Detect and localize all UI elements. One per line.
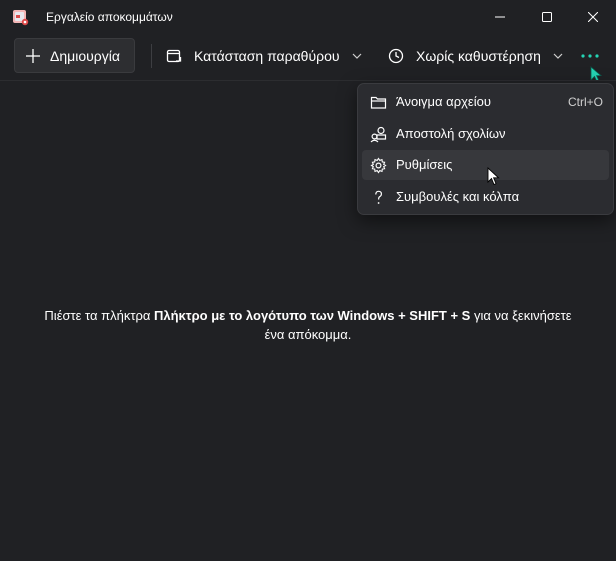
gear-icon xyxy=(370,157,387,174)
minimize-icon xyxy=(495,16,505,18)
chevron-down-icon xyxy=(553,53,563,59)
hint-line2: ένα απόκομμα. xyxy=(264,327,352,342)
snipping-tool-window: Εργαλείο αποκομμάτων Δημιουργία Κατάστασ… xyxy=(0,0,616,561)
delay-label: Χωρίς καθυστέρηση xyxy=(416,47,541,64)
close-icon xyxy=(588,12,598,22)
chevron-down-icon xyxy=(352,53,361,59)
more-dots-icon xyxy=(581,54,599,58)
toolbar-separator xyxy=(151,44,152,68)
hint-suffix: για να ξεκινήσετε xyxy=(470,308,572,323)
snip-mode-label: Κατάσταση παραθύρου xyxy=(194,47,340,64)
maximize-icon xyxy=(542,12,552,22)
mouse-pointer-icon xyxy=(487,167,500,186)
hint-prefix: Πιέστε τα πλήκτρα xyxy=(44,308,154,323)
menu-item-tips[interactable]: Συμβουλές και κόλπα xyxy=(362,182,609,212)
menu-item-label: Άνοιγμα αρχείου xyxy=(396,94,491,109)
feedback-icon xyxy=(370,126,387,143)
menu-item-label: Ρυθμίσεις xyxy=(396,157,453,172)
maximize-button[interactable] xyxy=(524,0,570,34)
plus-icon xyxy=(26,48,40,63)
instruction-text: Πιέστε τα πλήκτρα Πλήκτρο με το λογότυπο… xyxy=(10,306,606,344)
new-snip-button[interactable]: Δημιουργία xyxy=(14,38,135,73)
minimize-button[interactable] xyxy=(477,0,523,34)
hint-shortcut: Πλήκτρο με το λογότυπο των Windows + SHI… xyxy=(154,308,471,323)
clock-icon xyxy=(388,48,404,63)
new-snip-label: Δημιουργία xyxy=(50,47,120,64)
menu-item-send-feedback[interactable]: Αποστολή σχολίων xyxy=(362,119,609,149)
toolbar: Δημιουργία Κατάσταση παραθύρου Χωρίς καθ… xyxy=(0,34,616,80)
more-options-menu: Άνοιγμα αρχείου Ctrl+O Αποστολή σχολίων … xyxy=(357,83,614,215)
menu-item-settings[interactable]: Ρυθμίσεις xyxy=(362,150,609,180)
app-title: Εργαλείο αποκομμάτων xyxy=(46,10,173,24)
title-bar: Εργαλείο αποκομμάτων xyxy=(0,0,616,34)
question-icon xyxy=(375,190,383,204)
folder-icon xyxy=(370,96,387,109)
menu-item-open-file[interactable]: Άνοιγμα αρχείου Ctrl+O xyxy=(362,87,609,117)
snip-mode-dropdown[interactable]: Κατάσταση παραθύρου xyxy=(166,38,362,73)
app-logo-icon xyxy=(13,10,29,26)
menu-item-label: Αποστολή σχολίων xyxy=(396,126,506,141)
menu-item-shortcut: Ctrl+O xyxy=(567,95,603,109)
menu-item-label: Συμβουλές και κόλπα xyxy=(396,189,520,204)
window-mode-icon xyxy=(166,49,182,62)
delay-dropdown[interactable]: Χωρίς καθυστέρηση xyxy=(388,38,563,73)
close-button[interactable] xyxy=(570,0,616,34)
